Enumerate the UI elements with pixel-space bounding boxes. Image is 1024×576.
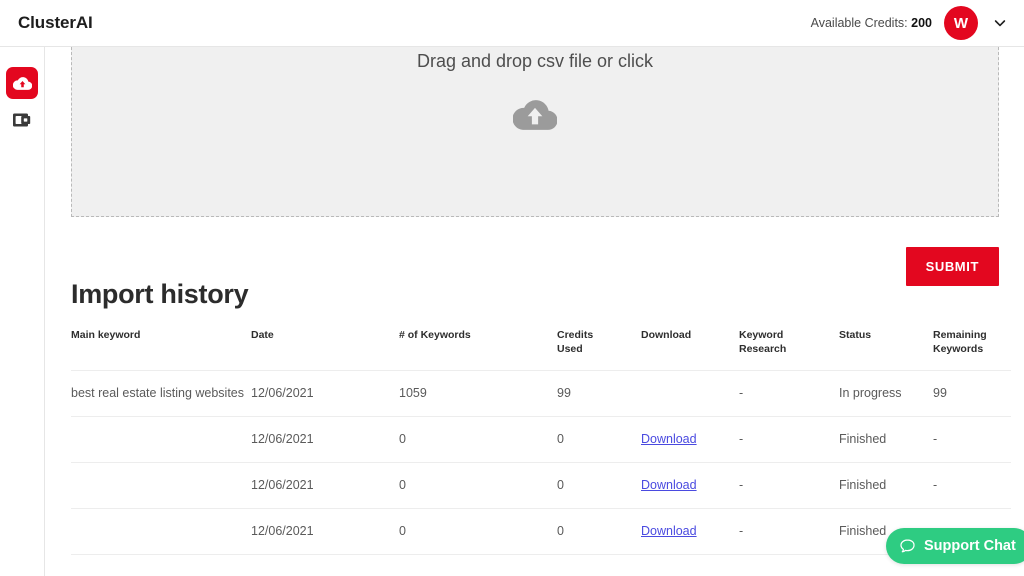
table-row: 12/06/202100Download-Finished- [71, 462, 1011, 509]
available-credits: Available Credits: 200 [811, 16, 932, 30]
cell-main-keyword: best real estate listing websites [71, 370, 251, 417]
csv-dropzone[interactable]: Drag and drop csv file or click [71, 47, 999, 217]
cell-credits-used: 99 [557, 370, 641, 417]
cell-remaining-keywords: - [933, 416, 1011, 463]
table-body: best real estate listing websites 12/06/2… [71, 370, 1011, 555]
cell-download: Download [641, 462, 739, 509]
cell-download [641, 370, 739, 417]
support-chat-label: Support Chat [924, 538, 1016, 554]
chevron-down-icon[interactable] [990, 13, 1010, 33]
cell-main-keyword [71, 462, 251, 509]
cloud-upload-icon [12, 76, 32, 91]
header-right-group: Available Credits: 200 W [811, 6, 1010, 40]
cell-date: 12/06/2021 [251, 370, 399, 417]
import-history-table: Main keyword Date # of Keywords Credits … [71, 324, 1011, 555]
download-link[interactable]: Download [641, 524, 697, 538]
page-title: Import history [71, 279, 249, 309]
cell-keyword-research: - [739, 370, 839, 417]
app-brand-title: ClusterAI [18, 13, 93, 32]
table-row: 12/06/202100Download-Finished- [71, 416, 1011, 463]
table-header-row: Main keyword Date # of Keywords Credits … [71, 324, 1011, 371]
submit-button[interactable]: SUBMIT [905, 247, 999, 286]
dropzone-label: Drag and drop csv file or click [416, 51, 654, 71]
main-content: Drag and drop csv file or click SUBMIT I… [46, 47, 1024, 576]
cell-status: Finished [839, 416, 933, 463]
column-header-remaining-keywords: Remaining Keywords [933, 324, 1011, 371]
cell-date: 12/06/2021 [251, 508, 399, 555]
cell-keyword-research: - [739, 508, 839, 555]
column-header-keyword-research-line1: Keyword [739, 329, 784, 341]
cell-main-keyword [71, 508, 251, 555]
cloud-upload-icon [512, 95, 558, 135]
column-header-credits-used: Credits Used [557, 324, 641, 371]
column-header-remaining-keywords-line2: Keywords [933, 343, 984, 355]
sidebar-item-upload[interactable] [6, 67, 38, 99]
cell-date: 12/06/2021 [251, 462, 399, 509]
cell-keyword-research: - [739, 416, 839, 463]
column-header-download: Download [641, 329, 692, 341]
cell-num-keywords: 0 [399, 462, 557, 509]
cell-num-keywords: 0 [399, 508, 557, 555]
column-header-status: Status [839, 329, 872, 341]
support-chat-button[interactable]: Support Chat [886, 528, 1024, 564]
app-header: ClusterAI Available Credits: 200 W [0, 0, 1024, 47]
cell-download: Download [641, 416, 739, 463]
column-header-num-keywords: # of Keywords [399, 329, 471, 341]
column-header-date: Date [251, 329, 274, 341]
column-header-keyword-research: Keyword Research [739, 324, 839, 371]
cell-remaining-keywords: - [933, 462, 1011, 509]
cell-keyword-research: - [739, 462, 839, 509]
column-header-remaining-keywords-line1: Remaining [933, 329, 987, 341]
cell-credits-used: 0 [557, 508, 641, 555]
column-header-credits-used-line2: Used [557, 343, 583, 355]
import-history-table-wrapper: Main keyword Date # of Keywords Credits … [71, 324, 1011, 555]
cell-credits-used: 0 [557, 462, 641, 509]
table-row: 12/06/202100Download-Finished- [71, 508, 1011, 555]
column-header-main-keyword: Main keyword [71, 329, 141, 341]
wallet-icon [12, 111, 32, 134]
cell-date: 12/06/2021 [251, 416, 399, 463]
column-header-keyword-research-line2: Research [739, 343, 787, 355]
cell-status: Finished [839, 462, 933, 509]
download-link[interactable]: Download [641, 478, 697, 492]
cell-remaining-keywords: 99 [933, 370, 1011, 417]
cell-main-keyword [71, 416, 251, 463]
chat-bubble-icon [899, 538, 916, 555]
cell-download: Download [641, 508, 739, 555]
table-row: best real estate listing websites 12/06/2… [71, 370, 1011, 417]
column-header-credits-used-line1: Credits [557, 329, 594, 341]
download-link[interactable]: Download [641, 432, 697, 446]
cell-status: In progress [839, 370, 933, 417]
sidebar [0, 47, 45, 576]
sidebar-item-credits[interactable] [9, 109, 35, 135]
avatar[interactable]: W [944, 6, 978, 40]
cell-num-keywords: 1059 [399, 370, 557, 417]
cell-credits-used: 0 [557, 416, 641, 463]
available-credits-value: 200 [911, 16, 932, 30]
available-credits-label: Available Credits: [810, 16, 908, 30]
cell-num-keywords: 0 [399, 416, 557, 463]
